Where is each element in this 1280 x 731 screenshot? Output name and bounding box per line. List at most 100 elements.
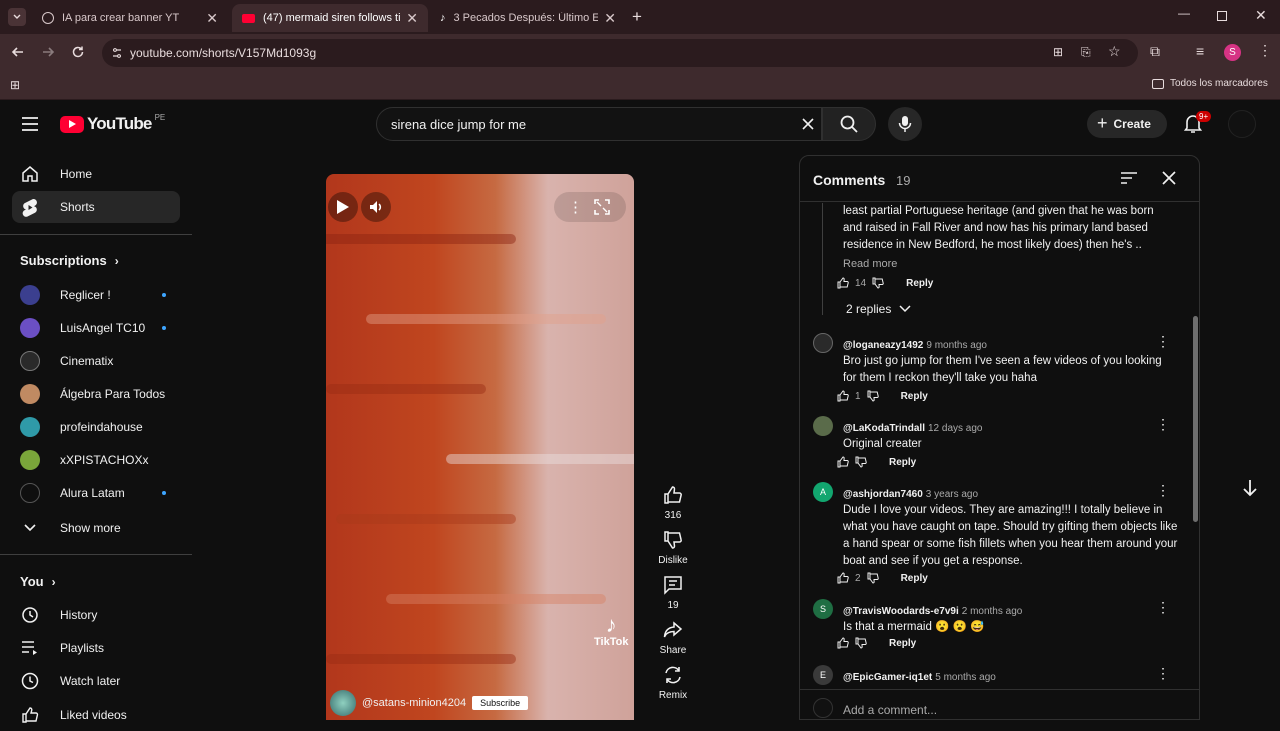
comment-author[interactable]: @LaKodaTrindall <box>843 423 925 434</box>
back-button[interactable] <box>10 44 26 60</box>
replies-toggle[interactable]: 2 replies <box>846 302 911 316</box>
apps-grid-icon[interactable]: ⊞ <box>10 78 20 92</box>
add-comment-input[interactable]: Add a comment... <box>843 703 937 717</box>
thumbs-up-icon[interactable] <box>837 572 849 584</box>
browser-tab-active[interactable]: (47) mermaid siren follows tik t ✕ <box>232 4 428 32</box>
thumbs-down-icon[interactable] <box>867 572 879 584</box>
close-tab-icon[interactable]: ✕ <box>206 10 218 27</box>
site-info-icon[interactable] <box>111 47 123 59</box>
you-heading[interactable]: You › <box>20 574 56 589</box>
tab-list-button[interactable] <box>8 8 26 26</box>
minimize-button[interactable]: — <box>1178 6 1190 20</box>
comment-menu-icon[interactable]: ⋮ <box>1156 416 1170 432</box>
close-tab-icon[interactable]: ✕ <box>406 10 418 27</box>
subscribe-button[interactable]: Subscribe <box>472 696 529 710</box>
thumbs-up-icon[interactable] <box>837 637 849 649</box>
sidebar-item-shorts[interactable]: Shorts <box>12 191 180 223</box>
read-more-link[interactable]: Read more <box>843 258 897 270</box>
volume-button[interactable] <box>361 192 391 222</box>
all-bookmarks-button[interactable]: Todos los marcadores <box>1152 78 1268 89</box>
like-button[interactable]: 316 <box>652 483 694 521</box>
show-more-button[interactable]: Show more <box>12 512 180 544</box>
thumbs-down-icon[interactable] <box>855 637 867 649</box>
channel-avatar[interactable] <box>330 690 356 716</box>
reply-button[interactable]: Reply <box>906 278 933 289</box>
clear-search-icon[interactable] <box>801 117 815 131</box>
commenter-avatar[interactable]: E <box>813 665 833 685</box>
channel-name[interactable]: @satans-minion4204 <box>362 697 466 709</box>
add-comment-bar[interactable]: Add a comment... <box>800 689 1199 719</box>
sidebar-item-liked-videos[interactable]: Liked videos <box>12 699 180 731</box>
sidebar-item-subscription[interactable]: Álgebra Para Todos <box>12 378 180 410</box>
search-button[interactable] <box>822 107 876 141</box>
reply-button[interactable]: Reply <box>901 573 928 584</box>
sidebar-item-subscription[interactable]: Alura Latam <box>12 477 180 509</box>
media-control-icon[interactable]: ≡ <box>1196 43 1204 59</box>
sidebar-item-subscription[interactable]: LuisAngel TC10 <box>12 312 180 344</box>
shorts-video-player[interactable]: ⋮ ♪ TikTok @satans-minion4204 Subscribe <box>326 174 634 720</box>
install-app-icon[interactable]: ⎘ <box>1081 45 1091 60</box>
comments-scrollbar[interactable] <box>1193 206 1198 686</box>
comment-author[interactable]: @ashjordan7460 <box>843 489 923 500</box>
voice-search-button[interactable] <box>888 107 922 141</box>
next-short-button[interactable] <box>1240 478 1260 498</box>
url-bar[interactable]: youtube.com/shorts/V157Md1093g ⊞ ⎘ ☆ <box>102 39 1138 67</box>
thumbs-up-icon[interactable] <box>837 390 849 402</box>
more-options-icon[interactable]: ⋮ <box>568 198 583 216</box>
restore-button[interactable] <box>1217 11 1227 21</box>
browser-tab[interactable]: ♪ 3 Pecados Después: Último Edit ✕ <box>430 4 626 32</box>
comment-author[interactable]: @TravisWoodards-e7v9i <box>843 606 959 617</box>
subscriptions-heading[interactable]: Subscriptions › <box>20 253 119 268</box>
comment-menu-icon[interactable]: ⋮ <box>1156 333 1170 349</box>
profile-avatar[interactable]: S <box>1224 44 1241 61</box>
reload-button[interactable] <box>70 44 86 60</box>
search-input[interactable]: sirena dice jump for me <box>376 107 822 141</box>
account-avatar[interactable] <box>1228 110 1256 138</box>
translate-icon[interactable]: ⊞ <box>1053 45 1063 59</box>
comment-menu-icon[interactable]: ⋮ <box>1156 482 1170 498</box>
comments-list[interactable]: least partial Portuguese heritage (and g… <box>800 203 1199 689</box>
close-comments-button[interactable] <box>1162 171 1176 185</box>
comment-menu-icon[interactable]: ⋮ <box>1156 665 1170 681</box>
guide-menu-button[interactable] <box>21 116 39 132</box>
thumbs-up-icon[interactable] <box>837 456 849 468</box>
fullscreen-button[interactable] <box>594 199 610 215</box>
menu-kebab-icon[interactable]: ⋮ <box>1258 42 1272 59</box>
commenter-avatar[interactable]: S <box>813 599 833 619</box>
close-tab-icon[interactable]: ✕ <box>604 10 616 27</box>
thumbs-down-icon[interactable] <box>872 277 884 289</box>
sidebar-item-playlists[interactable]: Playlists <box>12 632 180 664</box>
commenter-avatar[interactable] <box>813 333 833 353</box>
sidebar-item-subscription[interactable]: xXPISTACHOXx <box>12 444 180 476</box>
forward-button[interactable] <box>40 44 56 60</box>
reply-button[interactable]: Reply <box>889 457 916 468</box>
sidebar-item-history[interactable]: History <box>12 599 180 631</box>
commenter-avatar[interactable] <box>813 416 833 436</box>
reply-button[interactable]: Reply <box>901 391 928 402</box>
dislike-button[interactable]: Dislike <box>652 528 694 566</box>
bookmark-star-icon[interactable]: ☆ <box>1108 43 1121 60</box>
sidebar-item-subscription[interactable]: Reglicer ! <box>12 279 180 311</box>
reply-button[interactable]: Reply <box>889 638 916 649</box>
play-button[interactable] <box>328 192 358 222</box>
sidebar-item-subscription[interactable]: profeindahouse <box>12 411 180 443</box>
new-tab-button[interactable]: + <box>632 7 642 27</box>
remix-button[interactable]: Remix <box>652 663 694 701</box>
youtube-logo[interactable]: YouTube PE <box>60 113 165 134</box>
comment-author[interactable]: @EpicGamer-iq1et <box>843 672 932 683</box>
comment-author[interactable]: @loganeazy1492 <box>843 340 923 351</box>
sidebar-item-home[interactable]: Home <box>12 158 180 190</box>
browser-tab[interactable]: IA para crear banner YT ✕ <box>32 4 228 32</box>
comments-button[interactable]: 19 <box>652 573 694 611</box>
sort-comments-button[interactable] <box>1120 171 1138 185</box>
scrollbar-thumb[interactable] <box>1193 316 1198 522</box>
thumbs-down-icon[interactable] <box>855 456 867 468</box>
thumbs-up-icon[interactable] <box>837 277 849 289</box>
thumbs-down-icon[interactable] <box>867 390 879 402</box>
commenter-avatar[interactable]: A <box>813 482 833 502</box>
sidebar-item-watch-later[interactable]: Watch later <box>12 665 180 697</box>
comment-menu-icon[interactable]: ⋮ <box>1156 599 1170 615</box>
share-button[interactable]: Share <box>652 618 694 656</box>
extensions-icon[interactable]: ⧉ <box>1150 43 1160 60</box>
close-window-button[interactable]: ✕ <box>1255 7 1267 24</box>
